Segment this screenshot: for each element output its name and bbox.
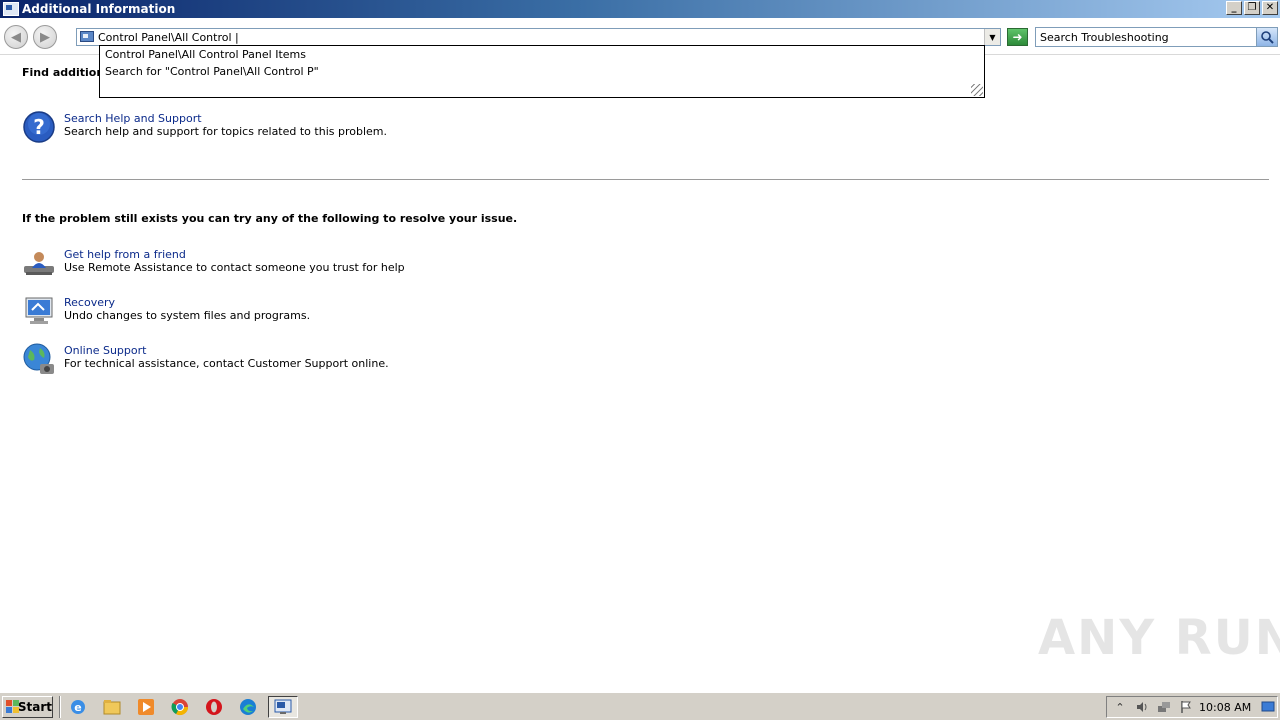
section-divider — [22, 179, 1269, 180]
anyrun-watermark: ANY RUN — [1038, 610, 1280, 666]
window-controls: _ ❐ ✕ — [1226, 1, 1278, 15]
window-title: Additional Information — [22, 2, 176, 16]
explorer-icon[interactable] — [102, 697, 122, 717]
get-help-friend-description: Use Remote Assistance to contact someone… — [64, 261, 405, 274]
search-help-support-description: Search help and support for topics relat… — [64, 125, 387, 138]
online-support-description: For technical assistance, contact Custom… — [64, 357, 389, 370]
show-desktop-icon[interactable] — [1261, 700, 1275, 714]
clock[interactable]: 10:08 AM — [1199, 701, 1251, 714]
recovery-description: Undo changes to system files and program… — [64, 309, 311, 322]
title-bar: Additional Information _ ❐ ✕ — [0, 0, 1280, 18]
address-dropdown-button[interactable]: ▼ — [984, 29, 1000, 45]
search-box[interactable] — [1035, 27, 1278, 47]
search-input[interactable] — [1036, 28, 1262, 46]
network-icon[interactable] — [1157, 700, 1171, 714]
resize-grip[interactable] — [971, 84, 983, 96]
taskbar-separator — [59, 696, 61, 718]
volume-icon[interactable] — [1135, 700, 1149, 714]
svg-text:?: ? — [33, 115, 45, 139]
restore-button[interactable]: ❐ — [1244, 1, 1260, 15]
svg-text:e: e — [74, 701, 81, 714]
search-help-support-link[interactable]: Search Help and Support — [64, 112, 202, 125]
edge-icon[interactable] — [238, 697, 258, 717]
autocomplete-item[interactable]: Control Panel\All Control Panel Items — [105, 48, 306, 61]
address-bar[interactable]: Control Panel\All Control | ▼ — [76, 28, 1001, 46]
search-button[interactable] — [1256, 28, 1277, 46]
go-button[interactable]: ➜ — [1007, 28, 1028, 46]
start-label: Start — [17, 700, 52, 714]
taskbar: Start e ⌃ 10:08 AM — [0, 692, 1280, 720]
search-icon — [1261, 31, 1274, 44]
autocomplete-item[interactable]: Search for "Control Panel\All Control P" — [105, 65, 319, 78]
address-input[interactable]: Control Panel\All Control | — [98, 31, 239, 44]
resolve-issue-heading: If the problem still exists you can try … — [22, 212, 518, 225]
back-button[interactable]: ◀ — [4, 25, 28, 49]
recovery-link[interactable]: Recovery — [64, 296, 115, 309]
chrome-icon[interactable] — [170, 697, 190, 717]
troubleshooting-window-button[interactable] — [268, 696, 298, 718]
window-app-icon — [3, 2, 19, 16]
opera-icon[interactable] — [204, 697, 224, 717]
online-support-link[interactable]: Online Support — [64, 344, 146, 357]
close-button[interactable]: ✕ — [1262, 1, 1278, 15]
globe-icon — [23, 343, 54, 374]
remote-assistance-icon — [24, 252, 54, 275]
troubleshooting-window-icon — [274, 699, 292, 714]
ie-icon[interactable]: e — [68, 697, 88, 717]
show-hidden-icons-icon[interactable]: ⌃ — [1113, 700, 1127, 714]
system-tray: ⌃ 10:08 AM — [1106, 696, 1278, 718]
windows-logo-icon — [6, 700, 19, 714]
help-icon: ? — [23, 111, 55, 143]
recovery-icon — [25, 297, 53, 324]
start-button[interactable]: Start — [2, 696, 53, 718]
address-autocomplete-list: Control Panel\All Control Panel Items Se… — [99, 45, 985, 98]
minimize-button[interactable]: _ — [1226, 1, 1242, 15]
action-center-flag-icon[interactable] — [1179, 700, 1193, 714]
media-player-icon[interactable] — [136, 697, 156, 717]
control-panel-icon — [80, 31, 94, 42]
forward-button[interactable]: ▶ — [33, 25, 57, 49]
get-help-friend-link[interactable]: Get help from a friend — [64, 248, 186, 261]
